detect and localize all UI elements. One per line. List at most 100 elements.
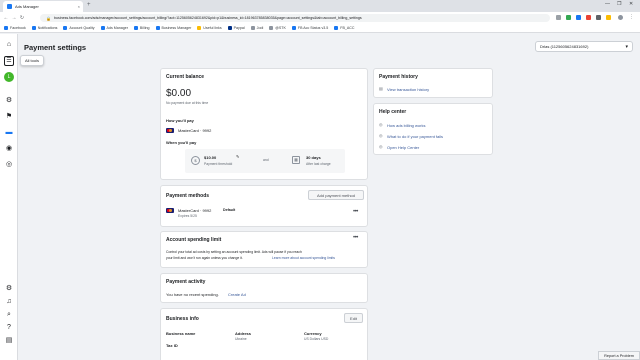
days-label: After last charge [306, 162, 331, 166]
bookmark-item[interactable]: Billing [133, 26, 150, 30]
edit-business-info-button[interactable]: Edit [344, 313, 363, 323]
maximize-button[interactable]: ❐ [617, 1, 621, 7]
left-navigation-rail: ⌂ ☰ L ⚙ ⚑ ▬ ◉ ◎ ⚙ ♫ ⌕ ? ▤ [0, 34, 18, 360]
flag-icon[interactable]: ⚑ [4, 112, 14, 122]
spending-limit-learn-more-link[interactable]: Learn more about account spending limits [272, 256, 335, 260]
bookmark-icon [4, 26, 8, 30]
extension-icon[interactable] [606, 15, 611, 20]
menu-icon[interactable]: ☰ [4, 56, 14, 66]
help-link-billing[interactable]: How ads billing works [387, 123, 425, 128]
close-window-button[interactable]: ✕ [629, 1, 633, 7]
campaigns-icon[interactable]: ⚙ [4, 96, 14, 106]
and-label: and [263, 158, 269, 162]
all-tools-tooltip: All tools [20, 55, 45, 66]
bookmark-icon [227, 26, 232, 30]
bookmark-icon [63, 26, 68, 30]
bookmark-item[interactable]: Business Manager [155, 26, 191, 30]
profile-icon[interactable] [618, 15, 623, 20]
tax-id-label: Tax ID [166, 343, 178, 348]
payment-history-title: Payment history [379, 74, 418, 80]
payment-activity-card: Payment activity You have no recent spen… [160, 273, 368, 303]
help-circle-icon: ◎ [379, 144, 383, 149]
forward-button[interactable]: → [10, 15, 18, 21]
payment-method-more-icon[interactable]: ••• [353, 209, 358, 215]
bookmarks-bar: Facebook Notifications Account Quality A… [0, 24, 640, 33]
chevron-down-icon: ▾ [625, 43, 628, 50]
url-input[interactable]: 🔒 business.facebook.com/ads/manager/acco… [40, 14, 550, 22]
help-icon[interactable]: ? [4, 323, 14, 333]
browser-menu-icon[interactable]: ⋮ [629, 15, 634, 20]
minimize-button[interactable]: — [605, 1, 610, 7]
tab-close-icon[interactable]: × [78, 4, 80, 9]
edit-threshold-icon[interactable]: ✎ [236, 154, 239, 159]
business-name-label: Business name [166, 331, 196, 336]
bookmark-item[interactable]: FB_ACC [334, 26, 354, 30]
facebook-favicon-icon [7, 4, 12, 9]
bookmark-item[interactable]: Account Quality [63, 26, 95, 30]
bookmark-icon [250, 26, 255, 30]
payment-card-label: MasterCard · 9992 [178, 128, 212, 133]
bookmark-item[interactable]: @STK [269, 26, 286, 30]
view-transaction-history-link[interactable]: View transaction history [387, 87, 429, 92]
folder-icon [197, 26, 202, 30]
how-pay-label: How you'll pay [166, 118, 194, 123]
bookmark-icon [133, 26, 138, 30]
home-icon[interactable]: ⌂ [4, 40, 14, 50]
globe-icon[interactable]: ◉ [4, 144, 14, 154]
spending-limit-card: Account spending limit ••• Control your … [160, 231, 368, 268]
payment-methods-title: Payment methods [166, 193, 210, 199]
extension-icon[interactable] [576, 15, 581, 20]
days-value: 30 days [306, 155, 321, 160]
extension-icon[interactable] [566, 15, 571, 20]
help-link-payment-fails[interactable]: What to do if your payment fails [387, 134, 443, 139]
extension-icon[interactable] [586, 15, 591, 20]
address-value: Ukraine [235, 337, 247, 341]
bookmark-item[interactable]: Facebook [4, 26, 26, 30]
help-circle-icon: ◎ [379, 133, 383, 138]
back-button[interactable]: ← [2, 15, 10, 21]
help-center-card: Help center ◎ How ads billing works ◎ Wh… [373, 103, 493, 155]
extension-icon[interactable] [596, 15, 601, 20]
library-icon[interactable]: ▤ [4, 336, 14, 346]
currency-label: Currency [304, 331, 322, 336]
notifications-icon[interactable]: ♫ [4, 297, 14, 307]
business-info-title: Business info [166, 316, 199, 322]
currency-value: US Dollars USD [304, 337, 329, 341]
bookmark-item[interactable]: Jodi [250, 26, 263, 30]
create-ad-link[interactable]: Create Ad [228, 292, 246, 297]
url-text: business.facebook.com/ads/manager/accoun… [53, 16, 362, 20]
bookmark-item[interactable]: FB Acc Status v3.5 [291, 26, 328, 30]
bookmark-item[interactable]: Ads Manager [100, 26, 128, 30]
threshold-value: $10.00 [204, 155, 217, 160]
help-link-open-center[interactable]: Open Help Center [387, 145, 419, 150]
bookmark-icon [269, 26, 274, 30]
reload-button[interactable]: ↻ [18, 15, 26, 21]
events-icon[interactable]: ◎ [4, 160, 14, 170]
address-label: Address [235, 331, 252, 336]
calendar-icon: ▦ [292, 156, 300, 164]
page-title: Payment settings [24, 43, 87, 52]
settings-icon[interactable]: ⚙ [4, 284, 14, 294]
bookmark-item[interactable]: Paypal [227, 26, 245, 30]
tab-title: Ads Manager [15, 4, 39, 9]
current-balance-title: Current balance [166, 74, 205, 80]
payment-methods-card: Payment methods Add payment method Maste… [160, 185, 368, 227]
payment-history-card: Payment history ▤ View transaction histo… [373, 68, 493, 98]
report-problem-button[interactable]: Report a Problem [598, 351, 640, 360]
search-icon[interactable]: ⌕ [4, 310, 14, 320]
spending-limit-title: Account spending limit [166, 237, 222, 243]
account-selector[interactable]: Drlas (1125605624831692) ▾ [535, 41, 633, 52]
payment-activity-text: You have no recent spending. [166, 292, 219, 297]
bookmark-icon [334, 26, 339, 30]
add-payment-method-button[interactable]: Add payment method [308, 190, 364, 200]
bookmark-icon [100, 26, 105, 30]
new-tab-button[interactable]: + [87, 2, 91, 8]
help-circle-icon: ◎ [379, 122, 383, 127]
browser-tab[interactable]: Ads Manager × [3, 1, 83, 12]
billing-icon[interactable]: ▬ [4, 128, 14, 138]
avatar[interactable]: L [4, 72, 14, 82]
star-icon[interactable] [556, 15, 561, 20]
spending-limit-more-icon[interactable]: ••• [353, 235, 358, 241]
bookmark-item[interactable]: Notifications [31, 26, 57, 30]
bookmark-item[interactable]: Useful links [197, 26, 222, 30]
